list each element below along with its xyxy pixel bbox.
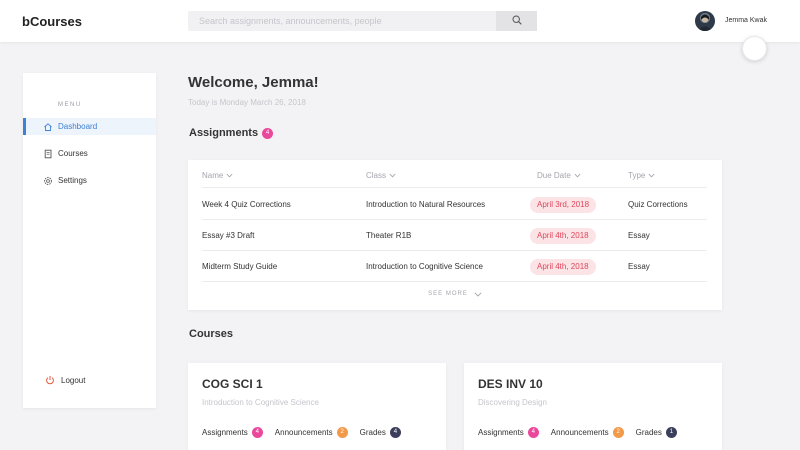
course-name: Discovering Design [478,398,547,407]
course-assignments-link[interactable]: Assignments 4 [478,427,539,438]
column-header-label: Due Date [537,171,571,180]
page-title: Welcome, Jemma! [188,74,319,91]
chevron-down-icon [574,173,581,178]
due-date-badge: April 4th, 2018 [530,259,596,275]
sidebar-item-label: Courses [58,149,88,158]
power-icon [45,375,55,385]
top-bar: bCourses Jemma Kwak [0,0,800,42]
stat-label: Announcements [274,428,333,437]
course-card[interactable]: DES INV 10 Discovering Design Assignment… [464,363,722,450]
floating-action-button[interactable] [742,36,767,61]
search-icon [511,12,522,30]
search-button[interactable] [496,11,537,31]
column-header-label: Type [628,171,646,180]
cell-type: Essay [628,262,650,271]
cell-type: Essay [628,231,650,240]
course-stats: Assignments 4 Announcements 2 Grades 4 [202,427,413,438]
home-icon [42,122,54,132]
course-assignments-link[interactable]: Assignments 4 [202,427,263,438]
course-stats: Assignments 4 Announcements 2 Grades 1 [478,427,689,438]
course-grades-link[interactable]: Grades 4 [360,427,401,438]
grades-count-badge: 4 [389,427,401,438]
cell-class: Theater R1B [366,231,412,240]
today-date: Today is Monday March 26, 2018 [188,98,306,107]
announcements-count-badge: 2 [612,427,624,438]
grades-count-badge: 1 [665,427,677,438]
table-row[interactable]: Midterm Study Guide Introduction to Cogn… [202,251,707,282]
column-header-label: Name [202,171,224,180]
chevron-down-icon [648,173,655,178]
assignments-heading: Assignments 4 [189,127,274,139]
course-code: COG SCI 1 [202,377,263,391]
due-date-badge: April 4th, 2018 [530,228,596,244]
user-name[interactable]: Jemma Kwak [725,17,767,24]
announcements-count-badge: 2 [336,427,348,438]
course-code: DES INV 10 [478,377,543,391]
assignments-count-badge: 4 [251,427,263,438]
avatar[interactable] [695,11,715,31]
assignments-title: Assignments [189,127,259,139]
see-more-button[interactable]: SEE MORE [188,291,722,297]
course-card[interactable]: COG SCI 1 Introduction to Cognitive Scie… [188,363,446,450]
stat-label: Assignments [478,428,524,437]
stat-label: Grades [359,428,386,437]
see-more-label: SEE MORE [428,291,468,297]
sidebar-item-label: Settings [58,176,87,185]
brand-logo[interactable]: bCourses [22,14,82,29]
sidebar: MENU Dashboard Courses Settings Logout [23,73,156,408]
chevron-down-icon [389,173,396,178]
course-grades-link[interactable]: Grades 1 [636,427,677,438]
cell-name: Week 4 Quiz Corrections [202,200,291,209]
search-input[interactable] [188,11,496,31]
column-header-class[interactable]: Class [366,171,396,180]
chevron-down-icon [226,173,233,178]
due-date-badge: April 3rd, 2018 [530,197,597,213]
course-announcements-link[interactable]: Announcements 2 [275,427,348,438]
course-announcements-link[interactable]: Announcements 2 [551,427,624,438]
cell-class: Introduction to Cognitive Science [366,262,483,271]
column-header-due-date[interactable]: Due Date [537,171,581,180]
column-header-type[interactable]: Type [628,171,655,180]
assignments-table: Name Class Due Date Type Week 4 Quiz Cor… [188,160,722,310]
stat-label: Assignments [202,428,248,437]
sidebar-item-courses[interactable]: Courses [23,145,156,162]
cell-class: Introduction to Natural Resources [366,200,486,209]
sidebar-item-settings[interactable]: Settings [23,172,156,189]
assignments-count-badge: 4 [527,427,539,438]
column-header-label: Class [366,171,387,180]
cell-name: Midterm Study Guide [202,262,278,271]
assignments-count-badge: 4 [262,127,274,139]
logout-label: Logout [61,375,86,385]
stat-label: Announcements [550,428,609,437]
stat-label: Grades [635,428,662,437]
course-name: Introduction to Cognitive Science [202,398,319,407]
chevron-down-icon [474,291,482,297]
book-icon [42,149,54,159]
gear-icon [42,176,54,186]
header-divider [202,187,707,188]
sidebar-item-dashboard[interactable]: Dashboard [23,118,156,135]
table-row[interactable]: Week 4 Quiz Corrections Introduction to … [202,189,707,220]
column-header-name[interactable]: Name [202,171,233,180]
cell-name: Essay #3 Draft [202,231,255,240]
courses-title: Courses [189,328,234,340]
menu-label: MENU [58,102,82,108]
sidebar-item-label: Dashboard [58,122,98,131]
logout-button[interactable]: Logout [45,375,85,385]
table-row[interactable]: Essay #3 Draft Theater R1B April 4th, 20… [202,220,707,251]
cell-type: Quiz Corrections [628,200,688,209]
